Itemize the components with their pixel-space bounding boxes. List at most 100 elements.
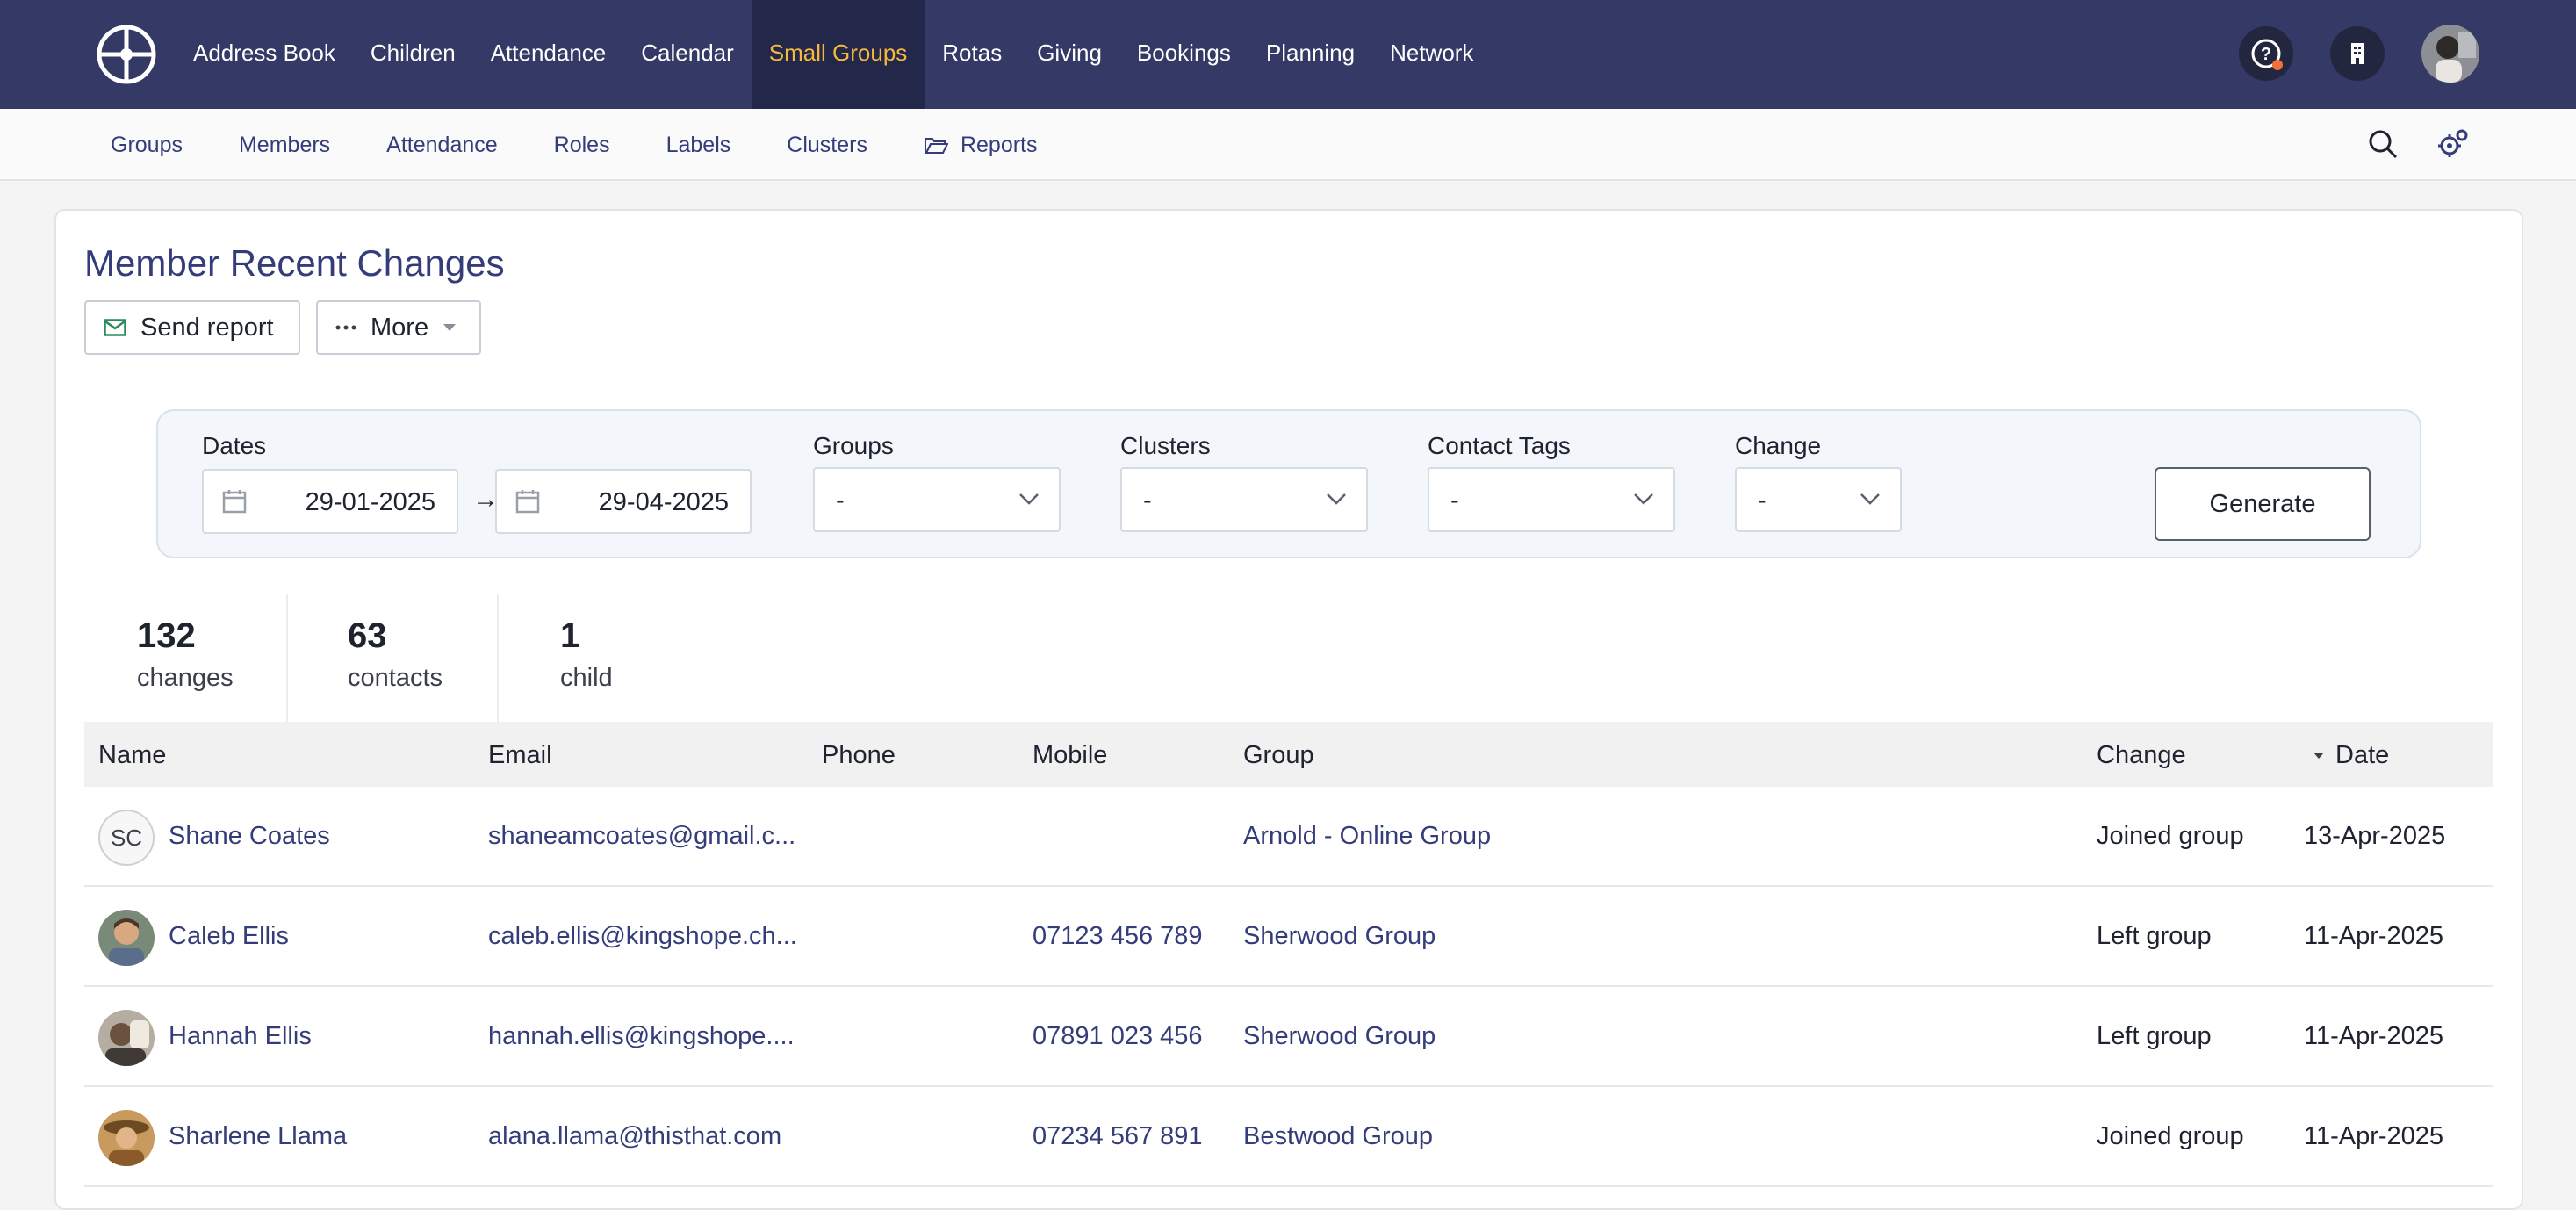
contact-name-link[interactable]: Hannah Ellis bbox=[169, 1022, 467, 1051]
group-link[interactable]: Arnold - Online Group bbox=[1243, 822, 2033, 851]
svg-text:?: ? bbox=[2261, 45, 2271, 64]
nav-item-small-groups[interactable]: Small Groups bbox=[751, 0, 925, 109]
settings-gears-icon[interactable] bbox=[2434, 125, 2472, 163]
group-link[interactable]: Bestwood Group bbox=[1243, 1122, 2033, 1151]
date-value: 13-Apr-2025 bbox=[2304, 822, 2446, 850]
ellipsis-icon bbox=[335, 325, 356, 330]
dates-label: Dates bbox=[202, 432, 267, 459]
more-button[interactable]: More bbox=[316, 300, 481, 355]
date-value: 11-Apr-2025 bbox=[2304, 1122, 2444, 1150]
table-row: Sharlene Llama alana.llama@thisthat.com … bbox=[84, 1087, 2493, 1187]
logo-icon[interactable] bbox=[97, 25, 156, 84]
user-avatar[interactable] bbox=[2421, 25, 2479, 83]
table-row: SC Shane Coates shaneamcoates@gmail.c...… bbox=[84, 787, 2493, 887]
clusters-label: Clusters bbox=[1120, 432, 1211, 459]
calendar-icon bbox=[515, 490, 540, 514]
avatar-image bbox=[98, 910, 155, 966]
group-link[interactable]: Sherwood Group bbox=[1243, 922, 2033, 951]
table-row: Caleb Ellis caleb.ellis@kingshope.ch... … bbox=[84, 887, 2493, 987]
subnav-item-labels[interactable]: Labels bbox=[638, 109, 759, 181]
changes-table: Name Email Phone Mobile Group Change Dat… bbox=[84, 722, 2493, 1187]
stat-divider bbox=[497, 594, 499, 722]
nav-item-attendance[interactable]: Attendance bbox=[473, 0, 624, 109]
mobile-link[interactable]: 07891 023 456 bbox=[1033, 1022, 1234, 1051]
mobile-link[interactable]: 07234 567 891 bbox=[1033, 1122, 1234, 1151]
subnav-item-groups[interactable]: Groups bbox=[83, 109, 211, 181]
groups-select[interactable]: - bbox=[813, 467, 1061, 532]
send-report-label: Send report bbox=[140, 313, 274, 342]
avatar bbox=[98, 1110, 155, 1166]
column-header-name[interactable]: Name bbox=[98, 741, 166, 770]
mobile-link[interactable]: 07123 456 789 bbox=[1033, 922, 1234, 951]
more-label: More bbox=[371, 313, 429, 342]
column-header-phone[interactable]: Phone bbox=[822, 741, 896, 770]
stat-contacts-label: contacts bbox=[348, 664, 443, 692]
change-value: Left group bbox=[2097, 922, 2212, 950]
groups-select-value: - bbox=[836, 486, 845, 515]
clusters-select[interactable]: - bbox=[1120, 467, 1368, 532]
contact-tags-select-value: - bbox=[1450, 486, 1459, 515]
stat-divider bbox=[286, 594, 288, 722]
contact-name-link[interactable]: Caleb Ellis bbox=[169, 922, 467, 951]
top-navigation: Address Book Children Attendance Calenda… bbox=[0, 0, 2576, 109]
stat-children-label: child bbox=[560, 664, 613, 692]
nav-item-children[interactable]: Children bbox=[353, 0, 473, 109]
nav-item-calendar[interactable]: Calendar bbox=[623, 0, 752, 109]
change-value: Left group bbox=[2097, 1022, 2212, 1050]
contact-name-link[interactable]: Shane Coates bbox=[169, 822, 467, 851]
help-button[interactable]: ? bbox=[2239, 26, 2293, 81]
organisation-button[interactable] bbox=[2330, 26, 2385, 81]
date-from-input[interactable]: 29-01-2025 bbox=[202, 469, 458, 534]
column-header-group[interactable]: Group bbox=[1243, 741, 1314, 770]
subnav-item-reports[interactable]: Reports bbox=[896, 109, 1066, 181]
sort-desc-icon bbox=[2313, 753, 2324, 759]
change-label: Change bbox=[1735, 432, 1822, 459]
nav-item-giving[interactable]: Giving bbox=[1019, 0, 1119, 109]
nav-item-planning[interactable]: Planning bbox=[1248, 0, 1372, 109]
column-header-date[interactable]: Date bbox=[2335, 741, 2389, 770]
contact-name-link[interactable]: Sharlene Llama bbox=[169, 1122, 467, 1151]
nav-item-network[interactable]: Network bbox=[1372, 0, 1491, 109]
calendar-icon bbox=[222, 490, 247, 514]
email-link[interactable]: shaneamcoates@gmail.c... bbox=[488, 822, 797, 851]
groups-label: Groups bbox=[813, 432, 894, 459]
column-header-email[interactable]: Email bbox=[488, 741, 552, 770]
email-link[interactable]: caleb.ellis@kingshope.ch... bbox=[488, 922, 797, 951]
change-select[interactable]: - bbox=[1735, 467, 1902, 532]
subnav-item-roles[interactable]: Roles bbox=[526, 109, 638, 181]
stat-contacts-number: 63 bbox=[348, 616, 387, 655]
main-card: Member Recent Changes Send report More D… bbox=[54, 209, 2523, 1210]
column-header-mobile[interactable]: Mobile bbox=[1033, 741, 1107, 770]
filters-panel: Dates 29-01-2025 → 29-04-2025 Groups - C… bbox=[156, 409, 2421, 558]
contact-tags-select[interactable]: - bbox=[1428, 467, 1675, 532]
avatar-image bbox=[98, 1010, 155, 1066]
chevron-down-icon bbox=[1634, 493, 1653, 505]
table-header: Name Email Phone Mobile Group Change Dat… bbox=[84, 722, 2493, 787]
email-link[interactable]: hannah.ellis@kingshope.... bbox=[488, 1022, 797, 1051]
nav-item-address-book[interactable]: Address Book bbox=[176, 0, 353, 109]
envelope-icon bbox=[104, 319, 126, 336]
send-report-button[interactable]: Send report bbox=[84, 300, 300, 355]
avatar: SC bbox=[98, 810, 155, 866]
date-to-input[interactable]: 29-04-2025 bbox=[495, 469, 752, 534]
chevron-down-icon bbox=[1860, 493, 1880, 505]
chevron-down-icon bbox=[1019, 493, 1039, 505]
change-value: Joined group bbox=[2097, 822, 2244, 850]
chevron-down-icon bbox=[1327, 493, 1346, 505]
nav-item-bookings[interactable]: Bookings bbox=[1119, 0, 1248, 109]
generate-button[interactable]: Generate bbox=[2155, 467, 2371, 541]
subnav-item-members[interactable]: Members bbox=[211, 109, 358, 181]
stat-changes-label: changes bbox=[137, 664, 234, 692]
sub-navigation: Groups Members Attendance Roles Labels C… bbox=[0, 109, 2576, 181]
help-icon: ? bbox=[2251, 39, 2283, 70]
contact-tags-label: Contact Tags bbox=[1428, 432, 1571, 459]
column-header-change[interactable]: Change bbox=[2097, 741, 2186, 770]
nav-item-rotas[interactable]: Rotas bbox=[925, 0, 1019, 109]
avatar-image bbox=[2421, 25, 2479, 83]
subnav-item-clusters[interactable]: Clusters bbox=[759, 109, 896, 181]
search-icon[interactable] bbox=[2364, 125, 2402, 163]
subnav-item-attendance[interactable]: Attendance bbox=[358, 109, 526, 181]
email-link[interactable]: alana.llama@thisthat.com bbox=[488, 1122, 797, 1151]
date-from-value: 29-01-2025 bbox=[305, 488, 435, 516]
group-link[interactable]: Sherwood Group bbox=[1243, 1022, 2033, 1051]
